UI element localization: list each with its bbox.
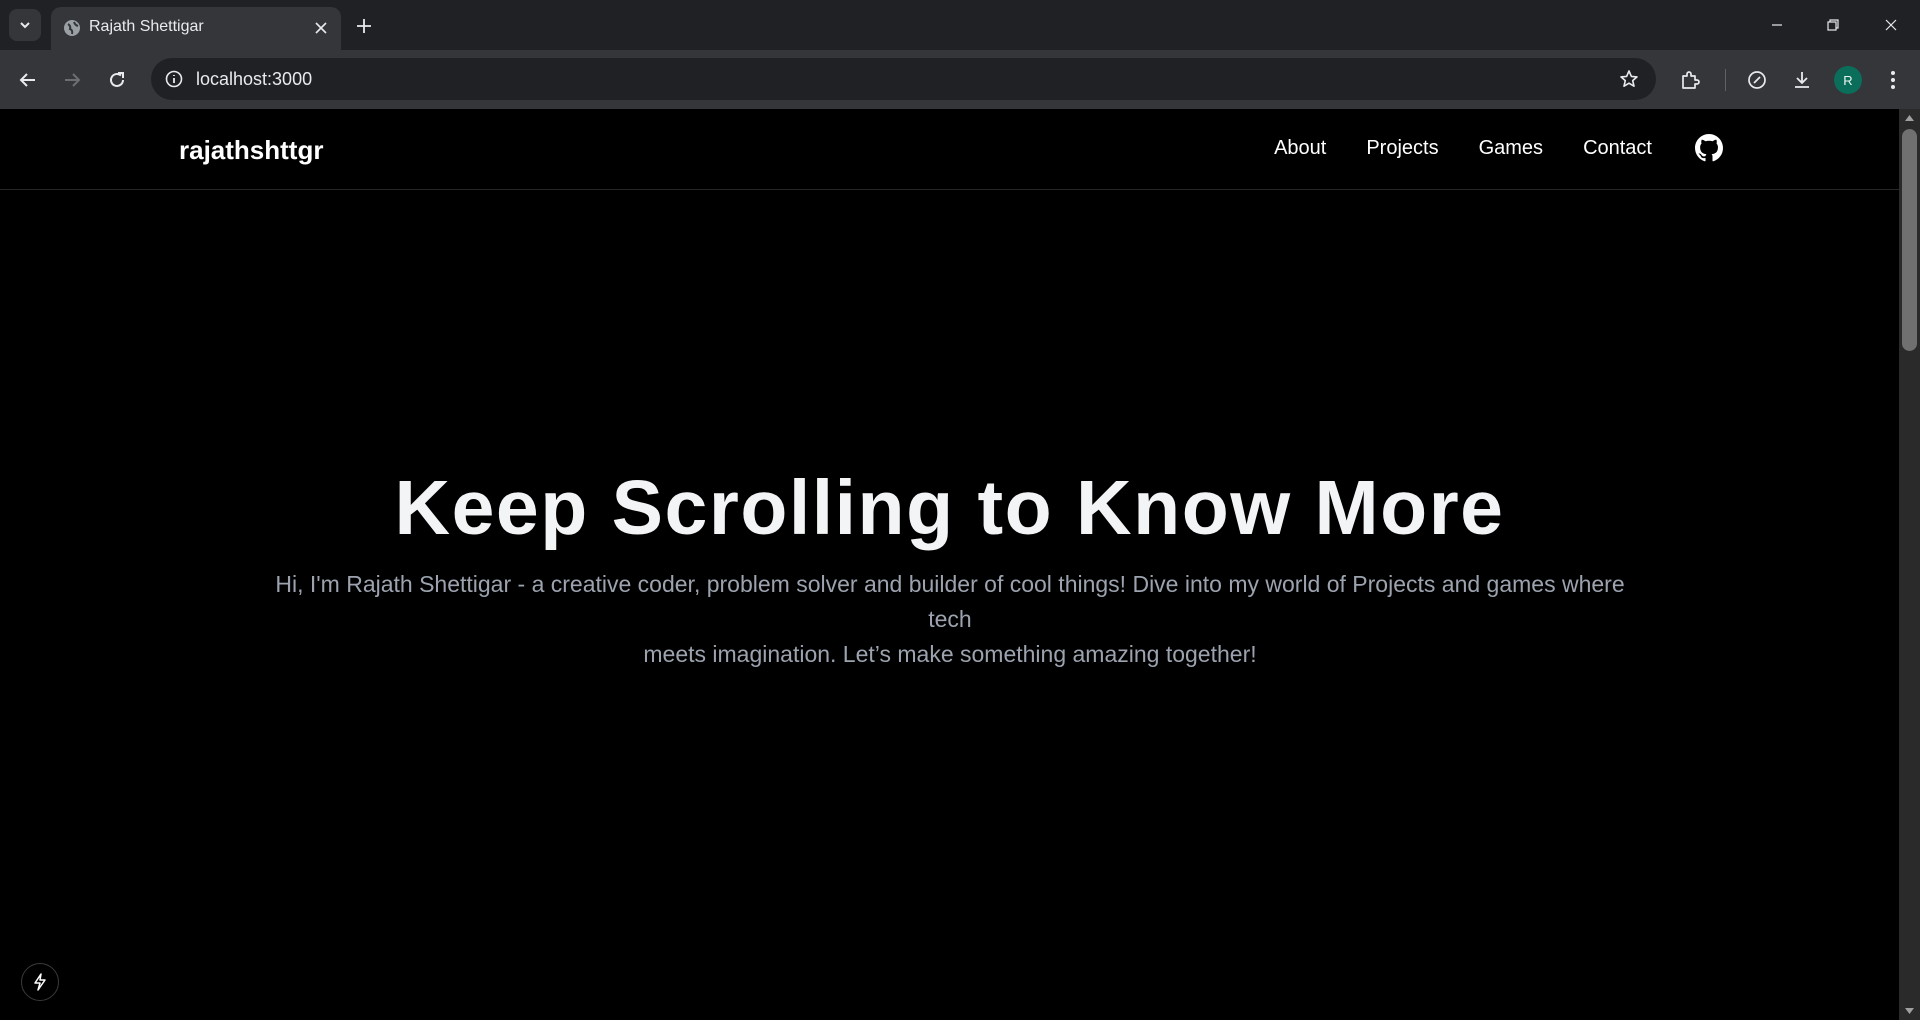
minimize-button[interactable] [1762,10,1792,40]
back-button[interactable] [13,65,43,95]
nav-link-games[interactable]: Games [1479,133,1543,163]
url-text[interactable]: localhost:3000 [196,69,312,90]
arrow-left-icon [19,73,35,87]
new-tab-button[interactable] [350,12,378,40]
main-nav: About Projects Games Contact [1234,133,1724,163]
github-link[interactable] [1694,133,1724,163]
triangle-down-icon [1905,1008,1914,1014]
tab-search-button[interactable] [9,9,41,41]
close-window-button[interactable] [1876,10,1906,40]
download-icon [1795,72,1809,88]
restore-icon [1827,19,1839,31]
site-info-button[interactable] [161,66,187,92]
close-icon [1885,19,1897,31]
browser-menu-button[interactable] [1878,65,1908,95]
scroll-down-arrow[interactable] [1899,1002,1920,1020]
dev-tools-badge[interactable] [21,963,59,1001]
globe-icon [64,20,80,36]
github-icon [1695,134,1723,162]
scroll-up-arrow[interactable] [1899,109,1920,127]
page-viewport: rajathshttgr About Projects Games Contac… [0,109,1899,1020]
nav-link-about[interactable]: About [1274,133,1326,163]
nav-link-projects[interactable]: Projects [1366,133,1438,163]
hero-subtitle-line-2: meets imagination. Let’s make something … [643,641,1257,667]
chevron-down-icon [20,22,30,29]
toolbar-divider [1725,69,1726,91]
performance-button[interactable] [1742,65,1772,95]
restore-button[interactable] [1818,10,1848,40]
nav-link-contact[interactable]: Contact [1583,133,1652,163]
profile-avatar[interactable]: R [1834,66,1862,94]
triangle-up-icon [1905,115,1914,121]
hero-title: Keep Scrolling to Know More [394,465,1505,551]
address-bar[interactable]: localhost:3000 [151,58,1656,100]
page-scrollbar[interactable] [1899,109,1920,1020]
minimize-icon [1772,24,1782,26]
downloads-button[interactable] [1787,65,1817,95]
reload-button[interactable] [102,65,132,95]
bookmark-button[interactable] [1616,66,1642,92]
site-logo[interactable]: rajathshttgr [179,135,323,166]
site-header: rajathshttgr About Projects Games Contac… [0,109,1899,190]
tab-close-button[interactable] [311,18,331,38]
kebab-menu-icon [1891,71,1895,89]
arrow-right-icon [65,73,81,87]
browser-tabstrip: Rajath Shettigar [0,0,1920,50]
tab-title: Rajath Shettigar [89,18,204,35]
reload-icon [110,72,124,87]
browser-tab[interactable]: Rajath Shettigar [51,7,341,50]
extensions-button[interactable] [1676,65,1706,95]
star-icon [1620,70,1638,87]
avatar-initial: R [1843,72,1853,88]
puzzle-icon [1682,71,1700,89]
lightning-icon [34,973,46,991]
plus-icon [357,19,371,33]
info-icon [165,70,183,88]
browser-toolbar: localhost:3000 R [0,50,1920,109]
scrollbar-thumb[interactable] [1902,129,1917,351]
hero-subtitle-line-1: Hi, I'm Rajath Shettigar - a creative co… [275,571,1625,632]
close-icon [315,22,327,34]
speedometer-icon [1748,71,1766,89]
hero-subtitle: Hi, I'm Rajath Shettigar - a creative co… [255,567,1645,672]
forward-button[interactable] [57,65,87,95]
